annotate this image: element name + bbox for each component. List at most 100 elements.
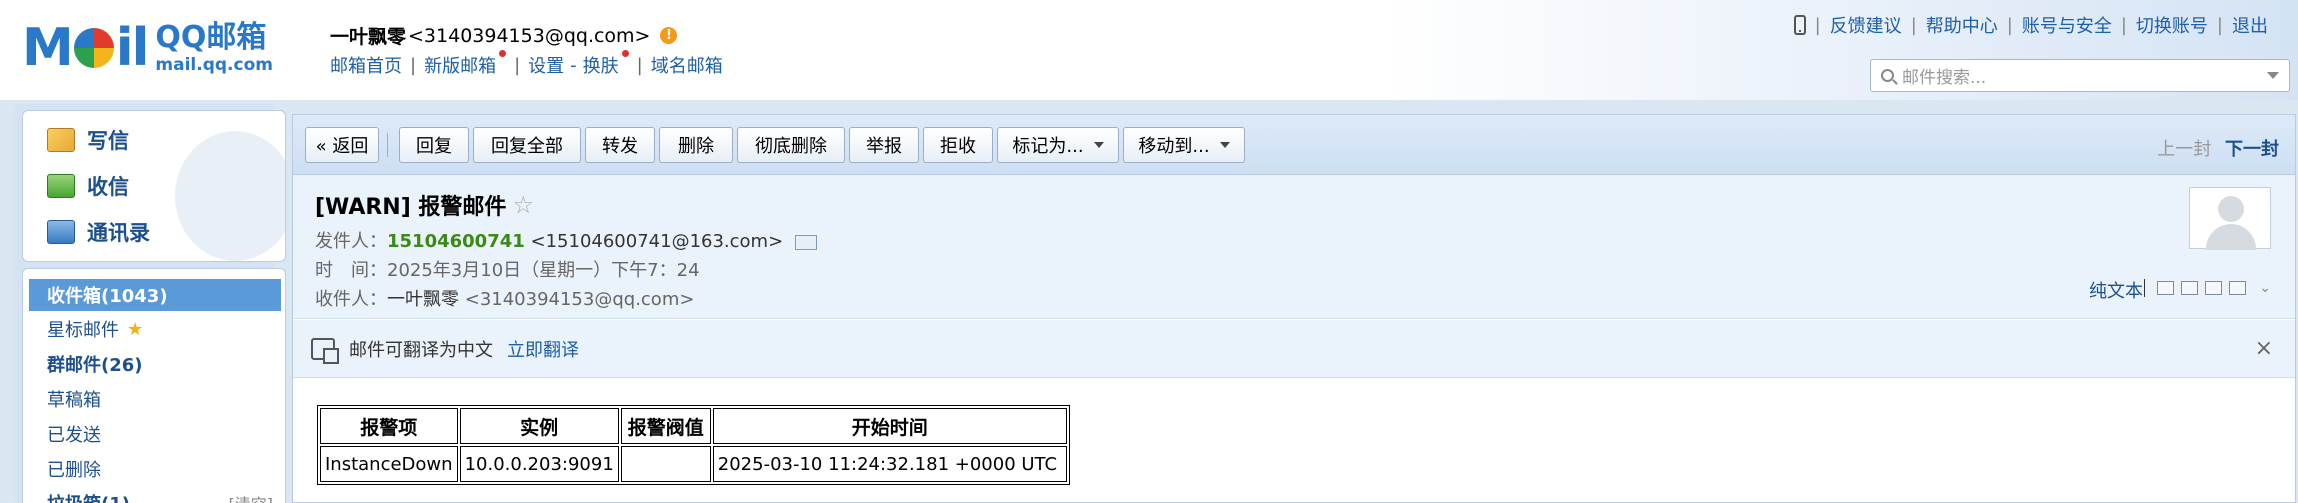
table-header-row: 报警项 实例 报警阀值 开始时间 <box>320 408 1067 444</box>
nav-home-link[interactable]: 邮箱首页 <box>330 52 402 78</box>
search-icon <box>1881 69 1894 82</box>
table-header: 报警阀值 <box>620 408 711 444</box>
chevron-down-icon[interactable] <box>2267 72 2279 79</box>
prev-mail-link[interactable]: 上一封 <box>2157 139 2211 160</box>
folder-sent[interactable]: 已发送 <box>29 418 281 450</box>
table-header: 开始时间 <box>712 408 1067 444</box>
recipient-row: 收件人：一叶飘零 <3140394153@qq.com> <box>315 289 695 310</box>
table-cell <box>620 446 711 482</box>
contacts-button[interactable]: 通讯录 <box>47 217 150 247</box>
translate-text: 邮件可翻译为中文 <box>349 339 493 361</box>
user-info: 一叶飘零 <3140394153@qq.com> ! <box>330 22 678 49</box>
plain-text-link[interactable]: 纯文本 <box>2089 277 2143 303</box>
recipient-name: 一叶飘零 <box>387 289 459 310</box>
alert-icon[interactable]: ! <box>660 27 678 44</box>
folder-starred[interactable]: 星标邮件 ★ <box>29 313 281 345</box>
nav-skin-link[interactable]: 换肤 <box>583 50 629 78</box>
account-security-link[interactable]: 账号与安全 <box>2022 12 2112 38</box>
help-link[interactable]: 帮助中心 <box>1926 12 1998 38</box>
folder-drafts[interactable]: 草稿箱 <box>29 383 281 415</box>
mail-toolbar: « 返回 回复 回复全部 转发 删除 彻底删除 举报 拒收 标记为... 移动到… <box>293 115 2295 175</box>
sidebar: 写信 收信 通讯录 收件箱(1043) 星标邮件 ★ 群邮件(26) 草稿箱 已… <box>14 104 286 503</box>
qq-mail-logo[interactable]: Mil QQ邮箱 mail.qq.com <box>22 18 273 78</box>
table-row: InstanceDown 10.0.0.203:9091 2025-03-10 … <box>320 446 1067 482</box>
receive-button[interactable]: 收信 <box>47 171 129 201</box>
top-nav: 邮箱首页 | 新版邮箱 | 设置 - 换肤 | 域名邮箱 <box>330 50 723 78</box>
new-dot-icon <box>499 50 507 57</box>
time-row: 时 间：2025年3月10日（星期一）下午7：24 <box>315 260 700 281</box>
top-right-links: | 反馈建议 | 帮助中心 | 账号与安全 | 切换账号 | 退出 <box>1793 12 2268 38</box>
folder-group-mail[interactable]: 群邮件(26) <box>29 348 281 380</box>
compose-icon <box>47 128 75 152</box>
delete-button[interactable]: 删除 <box>659 127 733 163</box>
table-cell: 2025-03-10 11:24:32.181 +0000 UTC <box>712 446 1067 482</box>
translate-now-link[interactable]: 立即翻译 <box>507 336 579 362</box>
chevron-down-icon <box>1093 142 1104 148</box>
translate-bar: 邮件可翻译为中文 立即翻译 × <box>293 320 2295 378</box>
user-name: 一叶飘零 <box>330 26 407 48</box>
logo-mark: Mil <box>22 18 149 78</box>
sender-row: 发件人：15104600741 <15104600741@163.com> <box>315 227 817 253</box>
print-icon[interactable] <box>2229 281 2247 295</box>
mail-header: [WARN] 报警邮件 ☆ 发件人：15104600741 <151046007… <box>293 175 2295 319</box>
new-window-icon[interactable] <box>2157 281 2175 295</box>
logo-domain: mail.qq.com <box>155 54 273 75</box>
mail-subject: [WARN] 报警邮件 ☆ <box>315 191 534 220</box>
mail-body: 报警项 实例 报警阀值 开始时间 InstanceDown 10.0.0.203… <box>317 405 1070 485</box>
mail-search-input[interactable]: 邮件搜索... <box>1870 59 2290 92</box>
switch-account-link[interactable]: 切换账号 <box>2136 12 2208 38</box>
logo-title: QQ邮箱 <box>155 19 267 55</box>
mail-reader: « 返回 回复 回复全部 转发 删除 彻底删除 举报 拒收 标记为... 移动到… <box>292 114 2296 503</box>
reply-button[interactable]: 回复 <box>399 127 469 163</box>
folder-inbox[interactable]: 收件箱(1043) <box>29 279 281 311</box>
clear-spam-link[interactable]: [清空] <box>229 491 274 503</box>
sender-name[interactable]: 15104600741 <box>387 231 525 252</box>
contacts-icon <box>47 220 75 244</box>
back-button[interactable]: « 返回 <box>305 127 379 163</box>
folder-list: 收件箱(1043) 星标邮件 ★ 群邮件(26) 草稿箱 已发送 已删除 垃圾箱… <box>22 268 286 503</box>
sidebar-actions: 写信 收信 通讯录 <box>22 110 286 262</box>
feedback-link[interactable]: 反馈建议 <box>1830 12 1902 38</box>
prev-next-nav: 上一封 下一封 <box>2157 135 2279 161</box>
table-header: 报警项 <box>320 408 458 444</box>
sender-address: <15104600741@163.com> <box>530 231 784 252</box>
move-to-dropdown[interactable]: 移动到... <box>1123 127 1245 163</box>
report-button[interactable]: 举报 <box>849 127 919 163</box>
star-icon: ★ <box>127 318 144 340</box>
logout-link[interactable]: 退出 <box>2232 12 2268 38</box>
folder-spam[interactable]: 垃圾箱(1) [清空] <box>29 487 281 503</box>
alert-table: 报警项 实例 报警阀值 开始时间 InstanceDown 10.0.0.203… <box>317 405 1070 485</box>
save-icon[interactable] <box>2205 281 2223 295</box>
note-icon[interactable] <box>2181 281 2199 295</box>
close-icon[interactable]: × <box>2255 336 2273 361</box>
user-email: <3140394153@qq.com> <box>408 24 651 47</box>
contact-card-icon[interactable] <box>794 234 817 250</box>
top-bar: Mil QQ邮箱 mail.qq.com 一叶飘零 <3140394153@qq… <box>0 0 2298 100</box>
chevron-down-icon[interactable]: ⌄ <box>2259 280 2271 296</box>
reply-all-button[interactable]: 回复全部 <box>473 127 581 163</box>
recipient-address: <3140394153@qq.com> <box>464 289 695 310</box>
table-header: 实例 <box>459 408 619 444</box>
folder-deleted[interactable]: 已删除 <box>29 453 281 485</box>
star-icon[interactable]: ☆ <box>512 191 534 219</box>
new-dot-icon <box>621 50 629 57</box>
mark-as-dropdown[interactable]: 标记为... <box>997 127 1119 163</box>
nav-settings-link[interactable]: 设置 <box>528 52 564 78</box>
penguin-watermark <box>175 131 285 261</box>
chevron-down-icon <box>1219 142 1230 148</box>
inbox-download-icon <box>47 174 75 198</box>
nav-domain-link[interactable]: 域名邮箱 <box>651 52 723 78</box>
delete-forever-button[interactable]: 彻底删除 <box>737 127 845 163</box>
search-placeholder: 邮件搜索... <box>1902 68 1987 88</box>
sent-time: 2025年3月10日（星期一）下午7：24 <box>387 260 700 281</box>
nav-new-version-link[interactable]: 新版邮箱 <box>424 50 507 78</box>
sender-avatar[interactable] <box>2189 187 2271 250</box>
phone-icon[interactable] <box>1793 15 1806 35</box>
forward-button[interactable]: 转发 <box>585 127 655 163</box>
table-cell: InstanceDown <box>320 446 458 482</box>
next-mail-link[interactable]: 下一封 <box>2225 139 2279 160</box>
compose-button[interactable]: 写信 <box>47 125 129 155</box>
reject-button[interactable]: 拒收 <box>923 127 993 163</box>
translate-icon <box>311 337 339 364</box>
mail-tools: ⌄ <box>2144 279 2271 297</box>
